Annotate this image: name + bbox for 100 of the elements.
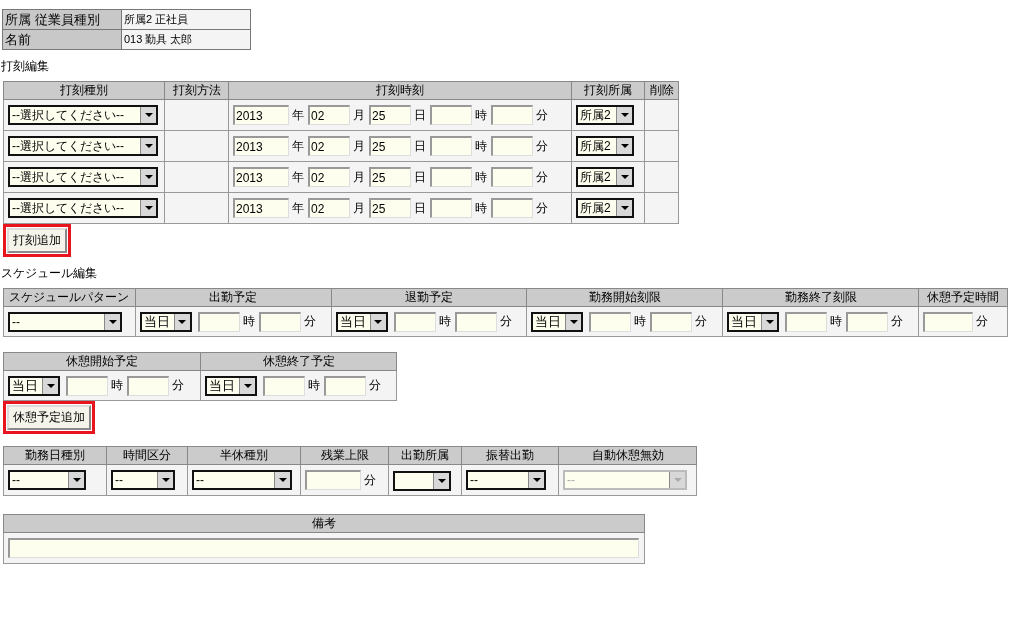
- dropdown[interactable]: 当日: [531, 311, 584, 332]
- column-header: スケジュールパターン: [3, 288, 136, 307]
- input-field[interactable]: [324, 375, 366, 396]
- input-field[interactable]: 02: [308, 105, 350, 125]
- input-field[interactable]: 2013: [233, 105, 289, 125]
- caret-icon: [42, 377, 58, 394]
- input-field[interactable]: [785, 311, 828, 332]
- input-field[interactable]: [258, 311, 301, 332]
- unit-label: 分: [536, 168, 548, 186]
- remarks-field[interactable]: [8, 538, 639, 558]
- unit-label: 分: [536, 137, 548, 155]
- input-field[interactable]: 25: [369, 167, 411, 187]
- input-field[interactable]: [491, 167, 533, 187]
- unit-label: 分: [364, 471, 376, 489]
- caret-icon: [274, 472, 290, 488]
- add-break-button[interactable]: 休憩予定追加: [7, 405, 91, 430]
- input-field[interactable]: [491, 198, 533, 218]
- unit-label: 分: [369, 377, 381, 394]
- dropdown[interactable]: 当日: [727, 311, 780, 332]
- input-field[interactable]: [430, 198, 472, 218]
- field-label: 名前: [2, 29, 122, 50]
- input-field[interactable]: 2013: [233, 167, 289, 187]
- dropdown[interactable]: 所属2: [576, 136, 634, 156]
- input-field[interactable]: [430, 136, 472, 156]
- dropdown[interactable]: --: [8, 311, 122, 332]
- dropdown[interactable]: --: [111, 470, 175, 490]
- caret-icon: [433, 472, 449, 489]
- dropdown[interactable]: 所属2: [576, 167, 634, 187]
- caret-icon: [669, 472, 685, 488]
- section-title: スケジュール編集: [1, 265, 98, 282]
- unit-label: 時: [111, 377, 123, 394]
- input-field[interactable]: [197, 311, 240, 332]
- input-field[interactable]: [923, 311, 974, 332]
- caret-icon: [140, 200, 156, 216]
- input-field[interactable]: [66, 375, 108, 396]
- input-field[interactable]: [491, 136, 533, 156]
- column-header: 休憩終了予定: [200, 352, 397, 371]
- unit-label: 年: [292, 137, 304, 155]
- section-title: 打刻編集: [1, 58, 50, 75]
- input-field[interactable]: 02: [308, 136, 350, 156]
- dropdown[interactable]: 当日: [205, 375, 257, 396]
- input-field[interactable]: [491, 105, 533, 125]
- dropdown[interactable]: --選択してください--: [8, 136, 158, 156]
- column-header: 振替出勤: [461, 446, 559, 465]
- dropdown[interactable]: 所属2: [576, 105, 634, 125]
- dropdown[interactable]: --: [192, 470, 292, 490]
- unit-label: 年: [292, 199, 304, 217]
- unit-label: 時: [308, 377, 320, 394]
- input-field[interactable]: 25: [369, 136, 411, 156]
- unit-label: 分: [536, 106, 548, 124]
- unit-label: 時: [830, 313, 843, 330]
- column-header: 出勤所属: [388, 446, 462, 465]
- dropdown[interactable]: 当日: [139, 311, 192, 332]
- input-field[interactable]: 2013: [233, 198, 289, 218]
- input-field[interactable]: [454, 311, 497, 332]
- field-value: 所属2 正社員: [121, 9, 251, 30]
- input-field[interactable]: 2013: [233, 136, 289, 156]
- caret-icon: [616, 200, 632, 216]
- input-field[interactable]: 02: [308, 198, 350, 218]
- unit-label: 年: [292, 168, 304, 186]
- unit-label: 分: [891, 313, 904, 330]
- column-header: 打刻時刻: [228, 81, 572, 100]
- caret-icon: [68, 472, 84, 488]
- input-field[interactable]: [430, 167, 472, 187]
- input-field[interactable]: [305, 470, 361, 490]
- dropdown[interactable]: --選択してください--: [8, 167, 158, 187]
- unit-label: 時: [242, 313, 255, 330]
- input-field[interactable]: [393, 311, 436, 332]
- column-header: 自動休憩無効: [558, 446, 697, 465]
- input-field[interactable]: 02: [308, 167, 350, 187]
- add-punch-button[interactable]: 打刻追加: [7, 228, 67, 253]
- unit-label: 時: [475, 137, 487, 155]
- caret-icon: [104, 313, 120, 330]
- input-field[interactable]: 25: [369, 198, 411, 218]
- dropdown[interactable]: --: [466, 470, 546, 490]
- unit-label: 分: [536, 199, 548, 217]
- unit-label: 年: [292, 106, 304, 124]
- unit-label: 日: [414, 199, 426, 217]
- input-field[interactable]: [589, 311, 632, 332]
- dropdown[interactable]: [393, 470, 451, 491]
- dropdown[interactable]: 当日: [8, 375, 60, 396]
- caret-icon: [173, 313, 190, 330]
- dropdown[interactable]: 所属2: [576, 198, 634, 218]
- unit-label: 月: [353, 106, 365, 124]
- input-field[interactable]: 25: [369, 105, 411, 125]
- dropdown[interactable]: --: [8, 470, 86, 490]
- unit-label: 分: [303, 313, 316, 330]
- input-field[interactable]: [650, 311, 693, 332]
- dropdown[interactable]: 当日: [335, 311, 388, 332]
- caret-icon: [616, 107, 632, 123]
- input-field[interactable]: [263, 375, 305, 396]
- field-label: 所属 従業員種別: [2, 9, 122, 30]
- unit-label: 日: [414, 137, 426, 155]
- column-header: 勤務終了刻限: [722, 288, 919, 307]
- dropdown[interactable]: --選択してください--: [8, 105, 158, 125]
- input-field[interactable]: [127, 375, 169, 396]
- dropdown[interactable]: --選択してください--: [8, 198, 158, 218]
- input-field[interactable]: [430, 105, 472, 125]
- unit-label: 時: [475, 168, 487, 186]
- input-field[interactable]: [846, 311, 889, 332]
